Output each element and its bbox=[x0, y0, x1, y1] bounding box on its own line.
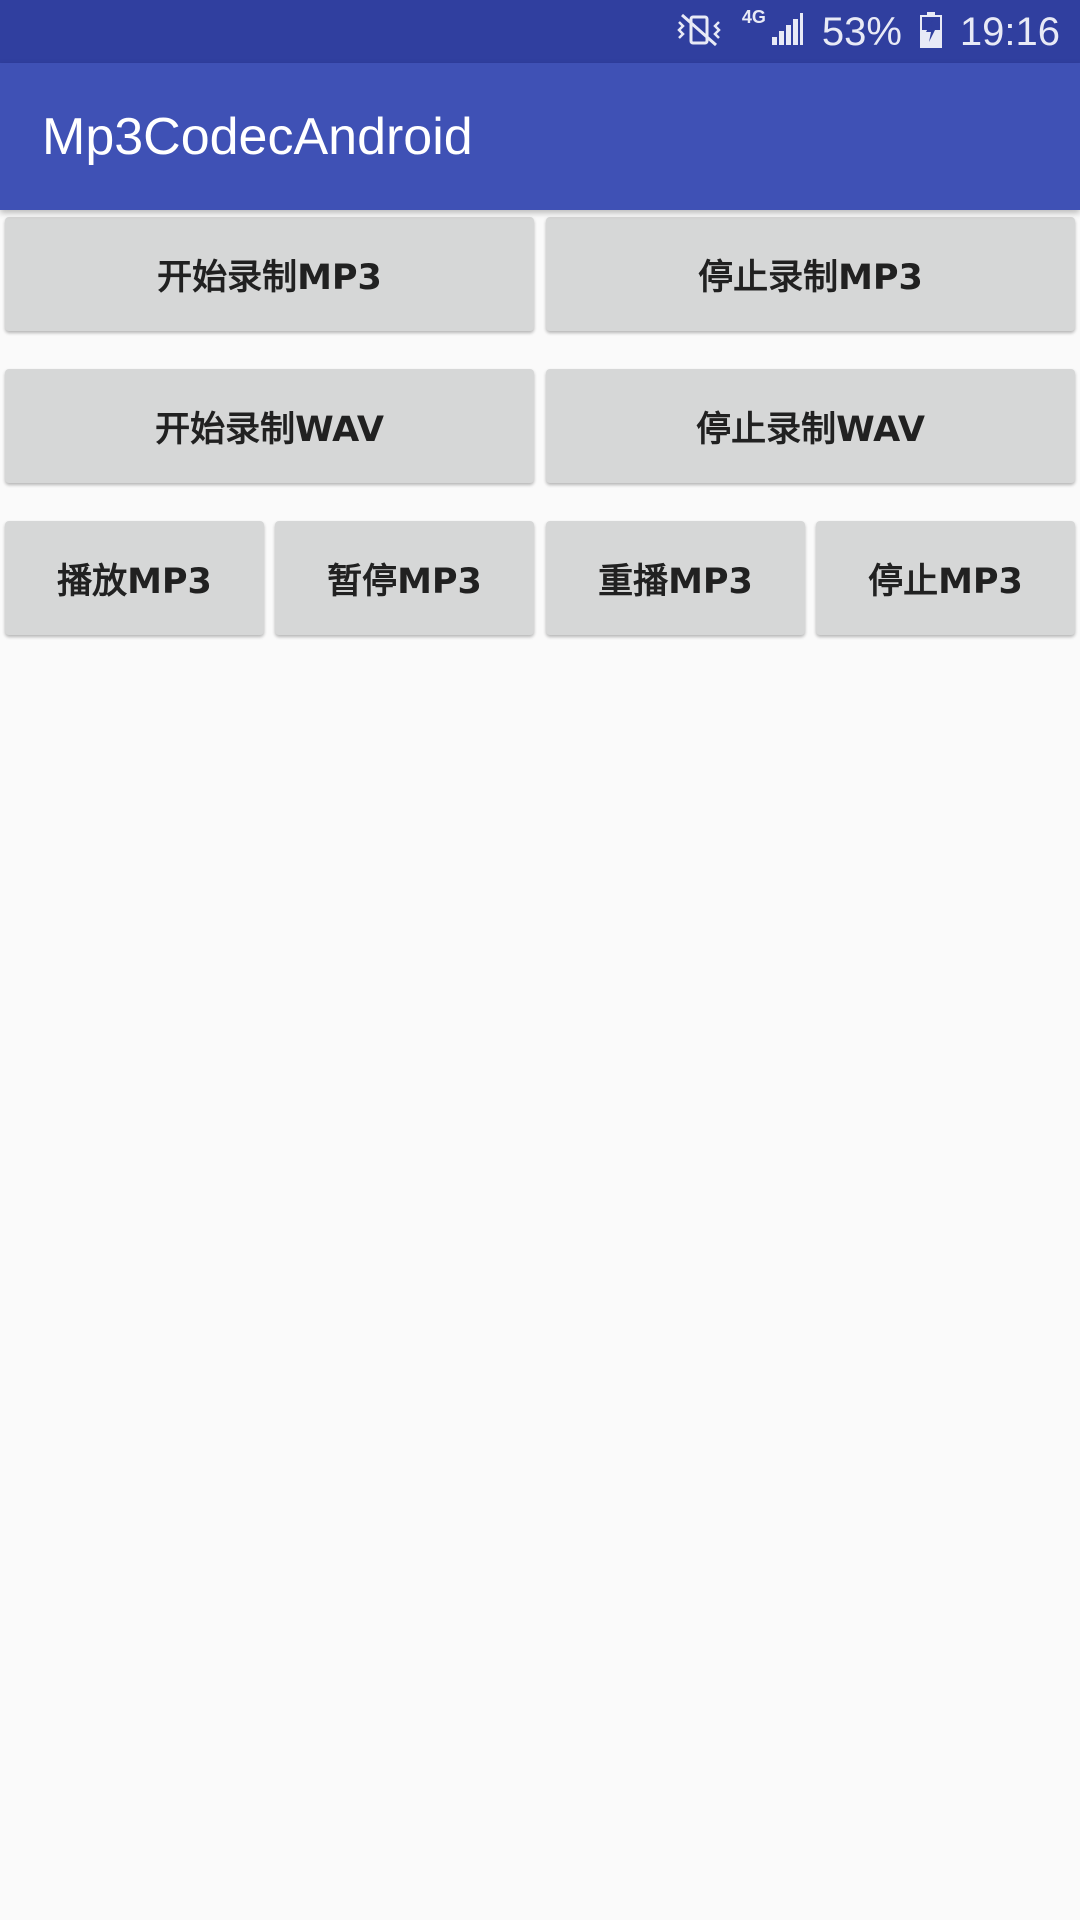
pause-mp3-button[interactable]: 暂停MP3 bbox=[275, 521, 534, 635]
status-icons: 4G 53% 19:16 bbox=[674, 0, 1060, 63]
clock: 19:16 bbox=[959, 9, 1060, 54]
stop-record-wav-button[interactable]: 停止录制WAV bbox=[546, 369, 1075, 483]
battery-charging-icon bbox=[919, 11, 942, 52]
mobile-network: 4G bbox=[742, 7, 804, 51]
stop-mp3-button[interactable]: 停止MP3 bbox=[816, 521, 1075, 635]
app-title: Mp3CodecAndroid bbox=[42, 107, 473, 166]
vibrate-mute-icon bbox=[674, 12, 724, 52]
play-mp3-button[interactable]: 播放MP3 bbox=[5, 521, 264, 635]
app-bar: Mp3CodecAndroid bbox=[0, 63, 1080, 210]
replay-mp3-button[interactable]: 重播MP3 bbox=[546, 521, 805, 635]
status-bar: 4G 53% 19:16 bbox=[0, 0, 1080, 63]
signal-icon bbox=[770, 12, 804, 51]
stop-record-mp3-button[interactable]: 停止录制MP3 bbox=[546, 217, 1075, 331]
start-record-wav-button[interactable]: 开始录制WAV bbox=[5, 369, 534, 483]
start-record-mp3-button[interactable]: 开始录制MP3 bbox=[5, 217, 534, 331]
battery-percent: 53% bbox=[821, 9, 902, 54]
network-type-label: 4G bbox=[741, 6, 766, 27]
